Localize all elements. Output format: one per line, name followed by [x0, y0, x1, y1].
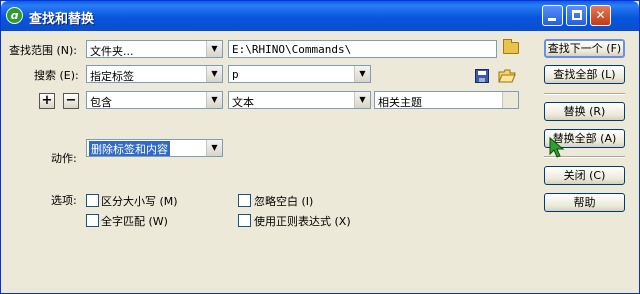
find-all-button[interactable]: 查找全部 (L): [544, 65, 625, 84]
whole-word-label: 全字匹配 (W): [101, 215, 168, 228]
save-icon[interactable]: [475, 69, 489, 83]
maximize-button[interactable]: [566, 5, 587, 26]
action-label: 动作:: [51, 152, 77, 165]
chevron-down-icon[interactable]: ▼: [206, 66, 222, 82]
match-case-checkbox[interactable]: [86, 194, 99, 207]
search-label: 搜索 (E):: [34, 69, 79, 82]
match-case-label: 区分大小写 (M): [101, 195, 178, 208]
scrollbar[interactable]: [502, 92, 518, 108]
condition-value-input[interactable]: 相关主题: [374, 91, 519, 109]
button-divider: [544, 93, 625, 95]
condition-value-text: 相关主题: [378, 96, 422, 109]
help-button[interactable]: 帮助: [544, 193, 625, 212]
action-value: 删除标签和内容: [89, 141, 170, 156]
tag-select[interactable]: p ▼: [228, 65, 371, 83]
chevron-down-icon[interactable]: ▼: [354, 92, 370, 108]
add-condition-button[interactable]: +: [39, 93, 55, 109]
whole-word-checkbox[interactable]: [86, 214, 99, 227]
options-label: 选项:: [51, 194, 77, 207]
condition-target-value: 文本: [232, 96, 254, 109]
open-folder-icon[interactable]: [498, 68, 516, 83]
chevron-down-icon[interactable]: ▼: [206, 92, 222, 108]
chevron-down-icon[interactable]: ▼: [206, 140, 222, 156]
tag-value: p: [232, 68, 239, 81]
regex-checkbox[interactable]: [238, 214, 251, 227]
minimize-icon: [548, 18, 556, 21]
find-next-button[interactable]: 查找下一个 (F): [544, 39, 625, 58]
folder-icon[interactable]: [503, 39, 519, 54]
chevron-down-icon[interactable]: ▼: [354, 66, 370, 82]
search-type-select[interactable]: 指定标签 ▼: [86, 65, 223, 83]
search-in-label: 查找范围 (N):: [9, 44, 78, 57]
action-select[interactable]: 删除标签和内容 ▼: [86, 139, 223, 157]
close-button[interactable]: 关闭 (C): [544, 166, 625, 185]
cursor-pointer-icon: [549, 137, 565, 158]
title-bar[interactable]: ɑ 查找和替换 ✕: [1, 1, 639, 31]
regex-label: 使用正则表达式 (X): [254, 215, 351, 228]
ignore-whitespace-checkbox[interactable]: [238, 194, 251, 207]
dreamweaver-icon: ɑ: [6, 7, 23, 24]
window-title: 查找和替换: [29, 12, 95, 27]
remove-condition-button[interactable]: −: [63, 93, 79, 109]
search-path-value: E:\RHINO\Commands\: [232, 43, 352, 56]
search-path-input[interactable]: E:\RHINO\Commands\: [228, 40, 497, 58]
minimize-button[interactable]: [542, 5, 563, 26]
replace-button[interactable]: 替换 (R): [544, 102, 625, 121]
search-scope-select[interactable]: 文件夹... ▼: [86, 40, 223, 58]
maximize-icon: [572, 10, 582, 20]
condition-operator-select[interactable]: 包含 ▼: [86, 91, 223, 109]
close-window-button[interactable]: ✕: [590, 5, 611, 26]
search-type-value: 指定标签: [90, 70, 134, 83]
condition-operator-value: 包含: [90, 96, 112, 109]
find-replace-dialog: ɑ 查找和替换 ✕ 查找范围 (N): 文件夹... ▼ E:\RHINO\Co…: [0, 0, 640, 294]
ignore-whitespace-label: 忽略空白 (I): [254, 195, 314, 208]
search-scope-value: 文件夹...: [90, 45, 134, 58]
chevron-down-icon[interactable]: ▼: [206, 41, 222, 57]
condition-target-select[interactable]: 文本 ▼: [228, 91, 371, 109]
